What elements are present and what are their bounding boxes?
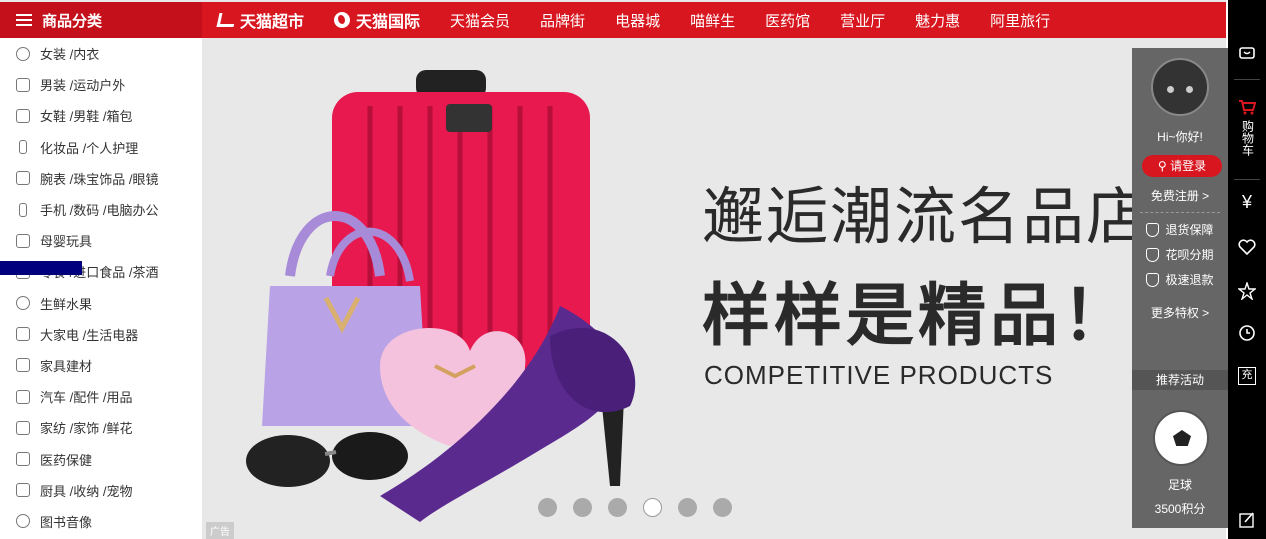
selection-highlight <box>0 261 82 275</box>
category-item-fresh[interactable]: 生鲜水果 <box>0 288 202 319</box>
menu-icon <box>16 14 32 26</box>
category-item-women[interactable]: 女装 /内衣 <box>0 38 202 69</box>
nav-links: 天猫超市 天猫国际 天猫会员 品牌街 电器城 喵鲜生 医药馆 营业厅 魅力惠 阿… <box>216 2 1080 38</box>
perk-installment[interactable]: 花呗分期 <box>1132 246 1228 263</box>
carousel-dot-2[interactable] <box>573 498 592 517</box>
carousel-dot-3[interactable] <box>608 498 627 517</box>
category-menu: 女装 /内衣 男装 /运动户外 女鞋 /男鞋 /箱包 化妆品 /个人护理 腕表 … <box>0 38 202 539</box>
toolbar-divider <box>1234 79 1260 80</box>
nav-link-tmall-supermarket[interactable]: 天猫超市 <box>216 8 304 32</box>
category-item-furniture[interactable]: 家具建材 <box>0 350 202 381</box>
football-image[interactable] <box>1153 410 1209 466</box>
user-icon: ⚲ <box>1157 159 1167 173</box>
nav-link-member[interactable]: 天猫会员 <box>450 10 510 31</box>
login-button[interactable]: ⚲ 请登录 <box>1142 155 1222 177</box>
sunglasses <box>246 435 330 487</box>
cart-label[interactable]: 购物车 <box>1228 120 1266 160</box>
shield-icon <box>1146 272 1160 287</box>
side-toolbar: 购物车 ¥ 充 <box>1228 0 1266 539</box>
cup-icon <box>16 483 30 498</box>
globe-icon <box>334 12 351 28</box>
lipstick-icon <box>19 140 27 155</box>
medicine-icon <box>16 452 30 467</box>
person-icon <box>16 514 30 529</box>
banner-headline: 邂逅潮流名品店 <box>702 183 1151 252</box>
perk-fast-refund[interactable]: 极速退款 <box>1132 271 1228 288</box>
carousel-dot-6[interactable] <box>713 498 732 517</box>
message-icon[interactable] <box>1238 44 1256 62</box>
category-item-appliances[interactable]: 大家电 /生活电器 <box>0 319 202 350</box>
category-item-jewelry[interactable]: 腕表 /珠宝饰品 /眼镜 <box>0 163 202 194</box>
cart-icon[interactable] <box>1238 98 1256 116</box>
category-item-baby[interactable]: 母婴玩具 <box>0 225 202 256</box>
fruit-icon <box>16 296 30 311</box>
ad-tag: 广告 <box>206 522 234 539</box>
toolbar-divider <box>1234 179 1260 180</box>
register-link[interactable]: 免费注册 > <box>1140 187 1220 213</box>
category-item-kitchen[interactable]: 厨具 /收纳 /宠物 <box>0 475 202 506</box>
cart-icon <box>216 13 237 27</box>
recommend-title: 推荐活动 <box>1132 370 1228 390</box>
carousel-dot-5[interactable] <box>678 498 697 517</box>
history-icon[interactable] <box>1238 324 1256 342</box>
shirt-icon <box>16 77 30 92</box>
diamond-icon <box>16 171 30 186</box>
shield-icon <box>1146 222 1160 237</box>
fridge-icon <box>16 327 30 342</box>
tiles-icon <box>16 358 30 373</box>
star-icon[interactable] <box>1238 282 1256 300</box>
category-item-health[interactable]: 医药保健 <box>0 443 202 474</box>
heart-icon[interactable] <box>1238 238 1256 256</box>
carousel-dot-4-active[interactable] <box>643 498 662 517</box>
nav-link-tmall-global[interactable]: 天猫国际 <box>334 8 420 32</box>
shoe-icon <box>16 108 30 123</box>
category-item-cosmetics[interactable]: 化妆品 /个人护理 <box>0 132 202 163</box>
item-name[interactable]: 足球 <box>1132 476 1228 493</box>
products-illustration <box>246 70 636 522</box>
carousel-dots <box>538 498 748 517</box>
avatar <box>1151 58 1209 116</box>
category-title: 商品分类 <box>42 12 103 30</box>
banner-subtitle: COMPETITIVE PRODUCTS <box>704 360 1054 390</box>
category-item-shoes[interactable]: 女鞋 /男鞋 /箱包 <box>0 100 202 131</box>
category-item-books[interactable]: 图书音像 <box>0 506 202 537</box>
nav-link-service-hall[interactable]: 营业厅 <box>840 10 885 31</box>
banner-slogan: 样样是精品！ <box>702 278 1135 354</box>
nav-link-fresh[interactable]: 喵鲜生 <box>690 10 735 31</box>
category-header[interactable]: 商品分类 <box>0 2 202 38</box>
nav-link-travel[interactable]: 阿里旅行 <box>990 10 1050 31</box>
dress-icon <box>16 46 30 61</box>
perk-return-guarantee[interactable]: 退货保障 <box>1132 221 1228 238</box>
user-panel: Hi~你好! ⚲ 请登录 免费注册 > 退货保障 花呗分期 极速退款 更多特权 … <box>1132 48 1228 528</box>
nav-link-charm[interactable]: 魅力惠 <box>915 10 960 31</box>
car-icon <box>16 389 30 404</box>
greeting: Hi~你好! <box>1157 130 1203 144</box>
item-points: 3500积分 <box>1154 502 1206 516</box>
stroller-icon <box>16 233 30 248</box>
top-nav: 商品分类 天猫超市 天猫国际 天猫会员 品牌街 电器城 喵鲜生 医药馆 营业厅 … <box>0 0 1226 38</box>
nav-link-electronics[interactable]: 电器城 <box>615 10 660 31</box>
category-item-home-textile[interactable]: 家纺 /家饰 /鲜花 <box>0 412 202 443</box>
shield-icon <box>1146 247 1160 262</box>
phone-icon <box>19 202 27 217</box>
carousel-dot-1[interactable] <box>538 498 557 517</box>
category-item-auto[interactable]: 汽车 /配件 /用品 <box>0 381 202 412</box>
feedback-icon[interactable] <box>1238 511 1256 529</box>
nav-link-pharmacy[interactable]: 医药馆 <box>765 10 810 31</box>
category-item-men[interactable]: 男装 /运动户外 <box>0 69 202 100</box>
category-item-digital[interactable]: 手机 /数码 /电脑办公 <box>0 194 202 225</box>
recharge-icon[interactable]: 充 <box>1238 367 1256 385</box>
promo-banner[interactable]: 邂逅潮流名品店 样样是精品！ COMPETITIVE PRODUCTS 广告 <box>202 38 1226 539</box>
assets-icon[interactable]: ¥ <box>1228 192 1266 213</box>
bed-icon <box>16 420 30 435</box>
nav-link-brand-street[interactable]: 品牌街 <box>540 10 585 31</box>
more-perks-link[interactable]: 更多特权 > <box>1132 304 1228 321</box>
